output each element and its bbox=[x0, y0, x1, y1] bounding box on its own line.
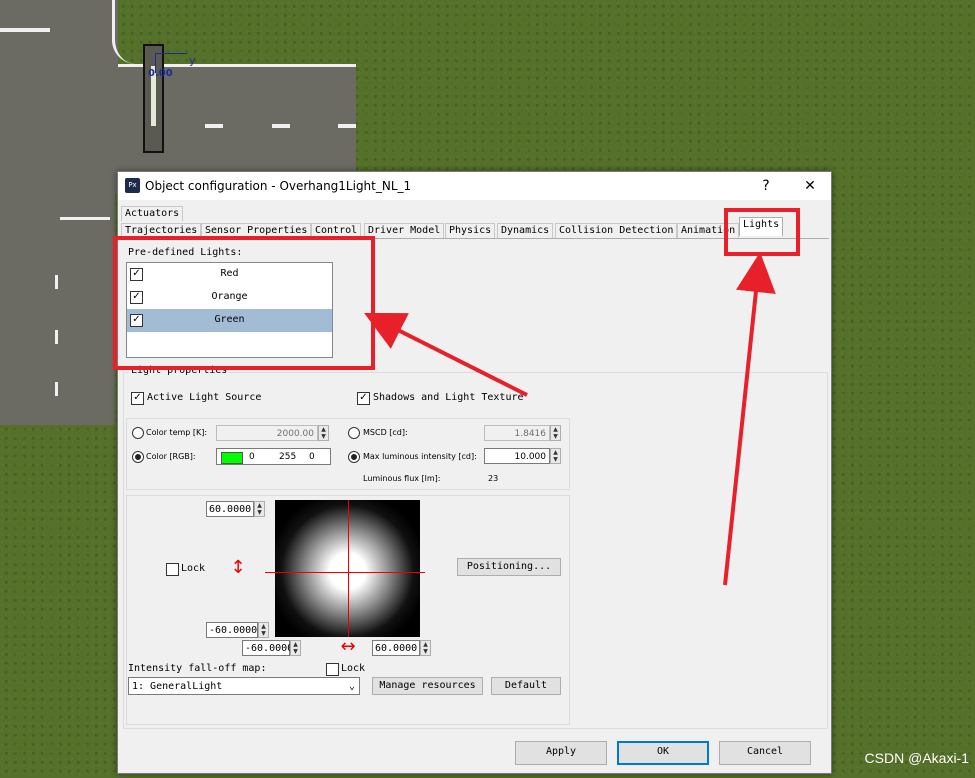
beam-crosshair-horizontal bbox=[265, 572, 425, 573]
beam-bottom-spinner[interactable]: ▲ ▼ bbox=[258, 622, 269, 638]
default-button[interactable]: Default bbox=[491, 677, 561, 695]
mscd-radio[interactable] bbox=[348, 427, 360, 439]
mscd-label: MSCD [cd]: bbox=[363, 428, 408, 437]
lock-horizontal-checkbox[interactable] bbox=[326, 663, 339, 676]
luminous-flux-value: 23 bbox=[488, 474, 499, 483]
color-temp-spinner[interactable]: ▲ ▼ bbox=[318, 425, 329, 441]
falloff-select[interactable]: 1: GeneralLight ⌄ bbox=[128, 677, 360, 695]
lane-dash bbox=[55, 330, 58, 344]
color-temp-label: Color temp [K]: bbox=[146, 428, 208, 437]
beam-right-spinner[interactable]: ▲ ▼ bbox=[420, 640, 431, 656]
max-luminous-field[interactable]: 10.000 bbox=[484, 448, 550, 464]
lane-dash bbox=[205, 124, 223, 128]
lane-dash bbox=[60, 217, 110, 220]
shadows-checkbox[interactable]: ✓ bbox=[357, 392, 370, 405]
beam-preview[interactable] bbox=[265, 500, 425, 637]
chevron-down-icon: ⌄ bbox=[348, 681, 355, 692]
tab-collision-detection[interactable]: Collision Detection bbox=[555, 223, 678, 238]
annotation-box-predefined bbox=[113, 236, 375, 370]
road-corner bbox=[0, 0, 118, 66]
max-luminous-spinner[interactable]: ▲ ▼ bbox=[550, 448, 561, 464]
color-b-value: 0 bbox=[309, 452, 315, 462]
lane-dash bbox=[55, 275, 58, 289]
color-temp-field[interactable]: 2000.00 bbox=[216, 425, 318, 441]
window-title: Object configuration - Overhang1Light_NL… bbox=[145, 179, 412, 193]
title-bar: Px Object configuration - Overhang1Light… bbox=[118, 172, 831, 200]
close-button[interactable]: ✕ bbox=[798, 176, 822, 196]
lane-dash bbox=[0, 28, 50, 32]
luminous-flux-label: Luminous flux [lm]: bbox=[363, 474, 441, 483]
beam-crosshair-vertical bbox=[348, 500, 349, 637]
tab-driver-model[interactable]: Driver Model bbox=[364, 223, 445, 238]
color-temp-radio[interactable] bbox=[132, 427, 144, 439]
beam-left-field[interactable]: -60.0000 bbox=[242, 640, 293, 656]
footer-bar: Apply OK Cancel bbox=[118, 733, 831, 773]
color-rgb-label: Color [RGB]: bbox=[146, 452, 196, 461]
manage-resources-button[interactable]: Manage resources bbox=[372, 677, 483, 695]
app-icon: Px bbox=[125, 178, 140, 193]
lock-horizontal-label[interactable]: Lock bbox=[341, 663, 365, 674]
tab-actuators[interactable]: Actuators bbox=[121, 206, 184, 221]
beam-right-field[interactable]: 60.0000 bbox=[372, 640, 420, 656]
lock-vertical-checkbox[interactable] bbox=[166, 563, 179, 576]
active-light-source-label[interactable]: Active Light Source bbox=[147, 392, 261, 403]
mscd-field[interactable]: 1.8416 bbox=[484, 425, 550, 441]
beam-left-spinner[interactable]: ▲ ▼ bbox=[290, 640, 301, 656]
lane-dash bbox=[55, 382, 58, 396]
falloff-select-value: 1: GeneralLight bbox=[132, 681, 223, 692]
lane-dash bbox=[338, 124, 356, 128]
tab-lights[interactable]: Lights bbox=[739, 217, 784, 236]
mscd-spinner[interactable]: ▲ ▼ bbox=[550, 425, 561, 441]
max-luminous-label: Max luminous intensity [cd]: bbox=[363, 452, 477, 461]
object-position-label: 0.00 bbox=[148, 68, 173, 79]
max-luminous-radio[interactable] bbox=[348, 451, 360, 463]
beam-bottom-field[interactable]: -60.0000 bbox=[206, 622, 258, 638]
vertical-resize-icon: ↕ bbox=[230, 557, 246, 578]
lock-vertical-label[interactable]: Lock bbox=[181, 563, 205, 574]
traffic-light-object[interactable] bbox=[143, 44, 164, 153]
cancel-button[interactable]: Cancel bbox=[719, 741, 811, 765]
horizontal-resize-icon: ↔ bbox=[340, 636, 356, 657]
axis-z-arrow bbox=[155, 53, 156, 73]
active-light-source-checkbox[interactable]: ✓ bbox=[131, 392, 144, 405]
ok-button[interactable]: OK bbox=[617, 741, 709, 765]
color-swatch[interactable] bbox=[221, 452, 243, 464]
color-g-value: 255 bbox=[279, 452, 297, 462]
falloff-label: Intensity fall-off map: bbox=[128, 663, 267, 674]
beam-top-spinner[interactable]: ▲ ▼ bbox=[254, 501, 265, 517]
watermark: CSDN @Akaxi-1 bbox=[864, 750, 969, 766]
color-rgb-radio[interactable] bbox=[132, 451, 144, 463]
shadows-label[interactable]: Shadows and Light Texture bbox=[373, 392, 524, 403]
axis-y-label: y bbox=[189, 54, 196, 67]
color-r-value: 0 bbox=[249, 452, 255, 462]
lane-dash bbox=[272, 124, 290, 128]
color-rgb-field[interactable]: 0 255 0 bbox=[216, 448, 331, 465]
tab-physics[interactable]: Physics bbox=[445, 223, 496, 238]
help-button[interactable]: ? bbox=[754, 176, 778, 196]
positioning-button[interactable]: Positioning... bbox=[457, 558, 561, 576]
apply-button[interactable]: Apply bbox=[515, 741, 607, 765]
tab-dynamics[interactable]: Dynamics bbox=[497, 223, 554, 238]
axis-x-arrow bbox=[155, 53, 187, 54]
beam-top-field[interactable]: 60.0000 bbox=[206, 501, 254, 517]
